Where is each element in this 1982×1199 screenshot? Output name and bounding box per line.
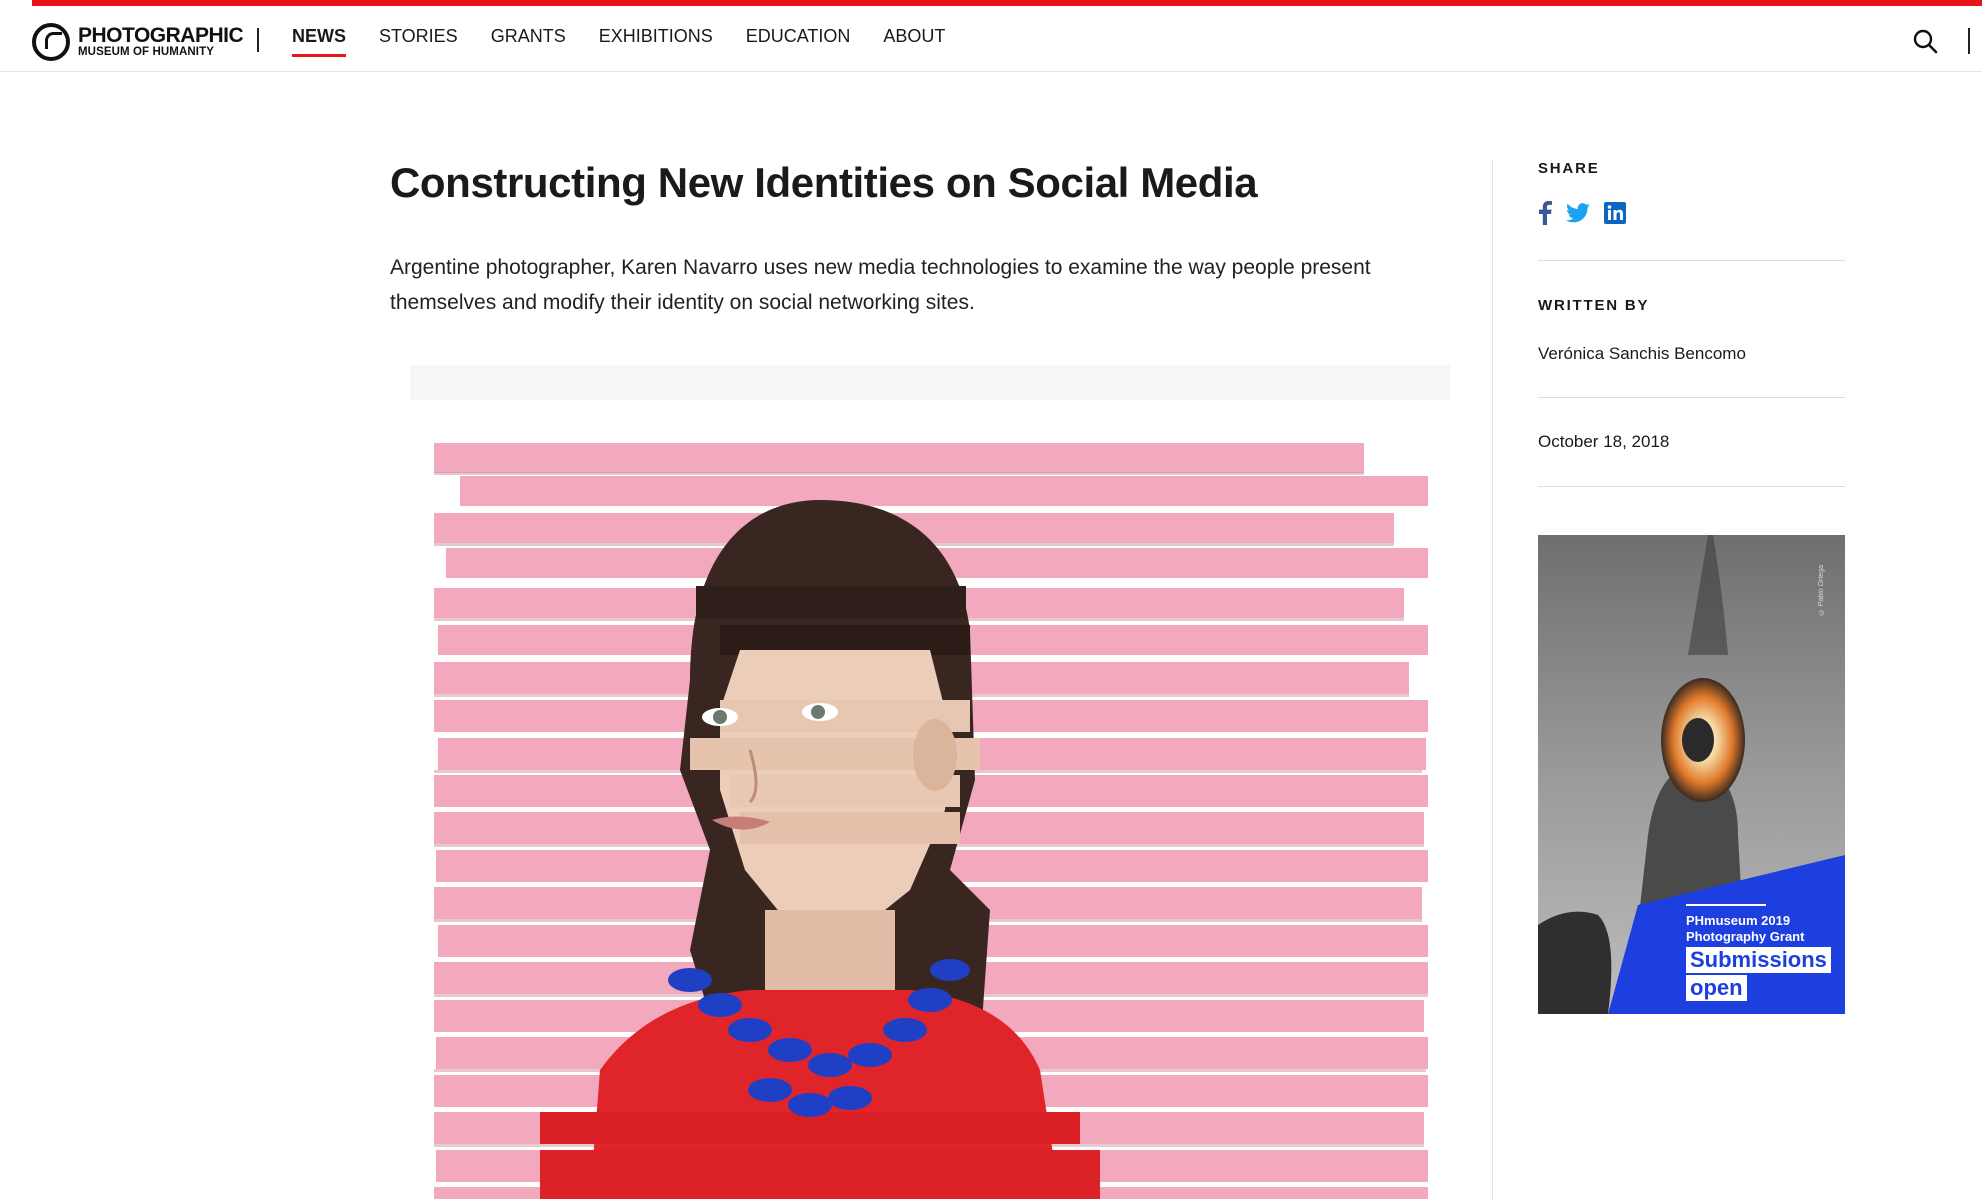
hero-artwork-portrait <box>390 350 1470 1199</box>
facebook-icon[interactable] <box>1538 201 1552 230</box>
sidebar-rule-2 <box>1538 397 1845 398</box>
share-label: SHARE <box>1538 160 1600 177</box>
site-header: PHOTOGRAPHIC MUSEUM OF HUMANITY NEWS STO… <box>0 6 1982 72</box>
publish-date: October 18, 2018 <box>1538 432 1670 451</box>
nav-item-stories[interactable]: STORIES <box>379 26 458 53</box>
article-lead: Argentine photographer, Karen Navarro us… <box>390 256 1371 315</box>
header-edge-divider <box>1968 28 1970 54</box>
sidebar-rule-1 <box>1538 260 1845 261</box>
nav-separator <box>257 28 259 52</box>
ad-cta[interactable]: Submissions open <box>1686 947 1831 1003</box>
ad-title-line-2: Photography Grant <box>1686 929 1805 944</box>
written-by-label: WRITTEN BY <box>1538 297 1650 314</box>
twitter-icon[interactable] <box>1566 203 1590 228</box>
nav-item-education[interactable]: EDUCATION <box>746 26 851 53</box>
share-icons <box>1538 201 1845 230</box>
article-header: Constructing New Identities on Social Me… <box>390 158 1450 320</box>
main-nav: NEWS STORIES GRANTS EXHIBITIONS EDUCATIO… <box>292 26 978 57</box>
sidebar-divider <box>1492 160 1493 1199</box>
grant-ad-banner[interactable]: © Pablo Ortega PHmuseum 2019 Photography… <box>1538 535 1845 1014</box>
ad-photo-credit: © Pablo Ortega <box>1818 565 1825 616</box>
author-name[interactable]: Verónica Sanchis Bencomo <box>1538 344 1845 364</box>
logo-wordmark: PHOTOGRAPHIC MUSEUM OF HUMANITY <box>78 24 244 59</box>
ad-cta-line-2: open <box>1686 975 1747 1001</box>
ad-title-line-1: PHmuseum 2019 <box>1686 913 1791 928</box>
ad-title: PHmuseum 2019 Photography Grant <box>1686 913 1804 945</box>
ad-cta-line-1: Submissions <box>1686 947 1831 973</box>
nav-item-exhibitions[interactable]: EXHIBITIONS <box>599 26 713 53</box>
nav-item-about[interactable]: ABOUT <box>883 26 945 53</box>
logo-line-2: MUSEUM OF HUMANITY <box>78 46 214 59</box>
nav-item-news[interactable]: NEWS <box>292 26 346 57</box>
logo-line-1: PHOTOGRAPHIC <box>78 24 244 48</box>
search-icon[interactable] <box>1912 28 1938 54</box>
article-sidebar: SHARE WRITTEN BY Verónica Sanchis Bencom… <box>1538 160 1845 487</box>
linkedin-icon[interactable] <box>1604 202 1626 229</box>
ring-logo-icon <box>32 23 70 61</box>
article-title: Constructing New Identities on Social Me… <box>390 159 1258 206</box>
site-logo[interactable]: PHOTOGRAPHIC MUSEUM OF HUMANITY <box>32 20 244 64</box>
sidebar-rule-3 <box>1538 486 1845 487</box>
nav-item-grants[interactable]: GRANTS <box>491 26 566 53</box>
hero-image <box>390 350 1470 1199</box>
